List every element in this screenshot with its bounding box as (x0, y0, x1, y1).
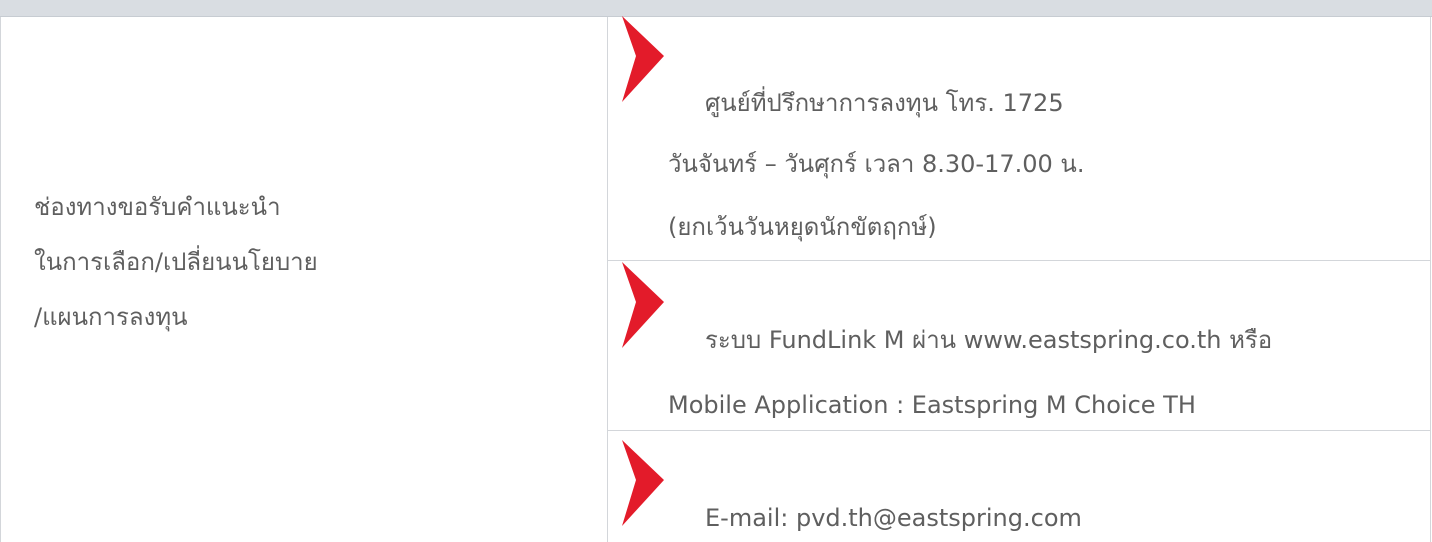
label-line: /แผนการลงทุน (34, 303, 188, 331)
red-chevron-icon (622, 16, 664, 102)
table-border-left (0, 17, 1, 542)
channel-line: (ยกเว้นวันหยุดนักขัตฤกษ์) (668, 213, 937, 241)
row-divider (608, 430, 1430, 431)
label-cell: ช่องทางขอรับคำแนะนำ ในการเลือก/เปลี่ยนนโ… (34, 180, 318, 345)
red-chevron-icon (622, 262, 664, 348)
channel-line: E-mail: pvd.th@eastspring.com (705, 504, 1082, 532)
channel-line: ศูนย์ที่ปรึกษาการลงทุน โทร. 1725 (705, 89, 1064, 117)
label-line: ช่องทางขอรับคำแนะนำ (34, 193, 281, 221)
channel-line: ระบบ FundLink M ผ่าน www.eastspring.co.t… (705, 326, 1273, 354)
red-chevron-icon (622, 440, 664, 526)
table-border-right (1430, 17, 1431, 542)
row-divider (608, 260, 1430, 261)
channel-line: วันจันทร์ – วันศุกร์ เวลา 8.30-17.00 น. (668, 150, 1085, 178)
column-divider (607, 17, 608, 542)
channel-line: Mobile Application : Eastspring M Choice… (668, 391, 1196, 419)
label-line: ในการเลือก/เปลี่ยนนโยบาย (34, 248, 318, 276)
header-bar (0, 0, 1432, 17)
